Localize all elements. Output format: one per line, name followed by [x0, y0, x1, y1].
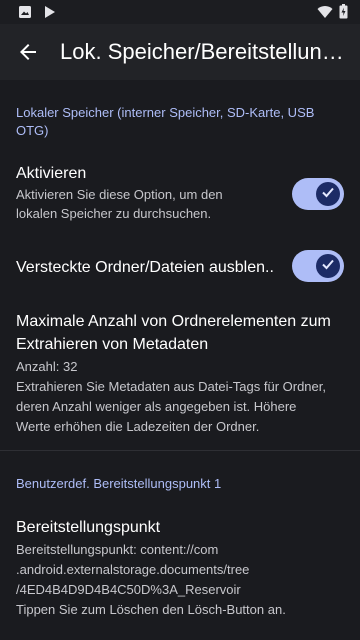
- custom-mount-category: Benutzerdef. Bereitstellungspunkt 1: [16, 476, 222, 491]
- local-storage-category: Lokaler Speicher (interner Speicher, SD-…: [16, 105, 315, 138]
- app-bar: Lok. Speicher/Bereitstellungspunkte: [0, 24, 360, 80]
- max-items-title-line2: Extrahieren von Metadaten: [16, 336, 209, 353]
- hide-hidden-title: Versteckte Ordner/Dateien ausblen..: [16, 259, 274, 276]
- max-items-count: Anzahl: 32: [16, 359, 78, 374]
- battery-icon: [339, 4, 348, 24]
- switch-thumb: [316, 182, 340, 206]
- wifi-icon: [317, 5, 333, 24]
- section-divider: [0, 450, 360, 451]
- play-notification-icon: [44, 5, 56, 24]
- mount-point-line2: .android.externalstorage.documents/tree: [16, 562, 250, 577]
- image-notification-icon: [18, 5, 32, 24]
- enable-summary-line1: Aktivieren Sie diese Option, um den: [16, 187, 223, 202]
- back-arrow-icon[interactable]: [16, 40, 40, 64]
- mount-point-title: Bereitstellungspunkt: [16, 519, 161, 536]
- status-bar: [0, 0, 360, 24]
- mount-point-line4: Tippen Sie zum Löschen den Lösch-Button …: [16, 602, 286, 617]
- check-icon: [321, 185, 335, 204]
- max-items-desc-line2: deren Anzahl weniger als angegeben ist. …: [16, 399, 297, 414]
- max-items-desc-line1: Extrahieren Sie Metadaten aus Datei-Tags…: [16, 379, 326, 394]
- max-items-title-line1: Maximale Anzahl von Ordnerelementen zum: [16, 313, 331, 330]
- mount-point-line3: /4ED4B4D9D4B4C50D%3A_Reservoir: [16, 582, 241, 597]
- enable-title: Aktivieren: [16, 165, 87, 182]
- max-items-desc-line3: Werte erhöhen die Ladezeiten der Ordner.: [16, 419, 260, 434]
- page-title: Lok. Speicher/Bereitstellungspunkte: [60, 39, 352, 64]
- hide-hidden-switch[interactable]: [292, 250, 344, 282]
- mount-point-line1: Bereitstellungspunkt: content://com: [16, 542, 219, 557]
- check-icon: [321, 257, 335, 276]
- switch-thumb: [316, 254, 340, 278]
- enable-switch[interactable]: [292, 178, 344, 210]
- enable-summary-line2: lokalen Speicher zu durchsuchen.: [16, 206, 212, 221]
